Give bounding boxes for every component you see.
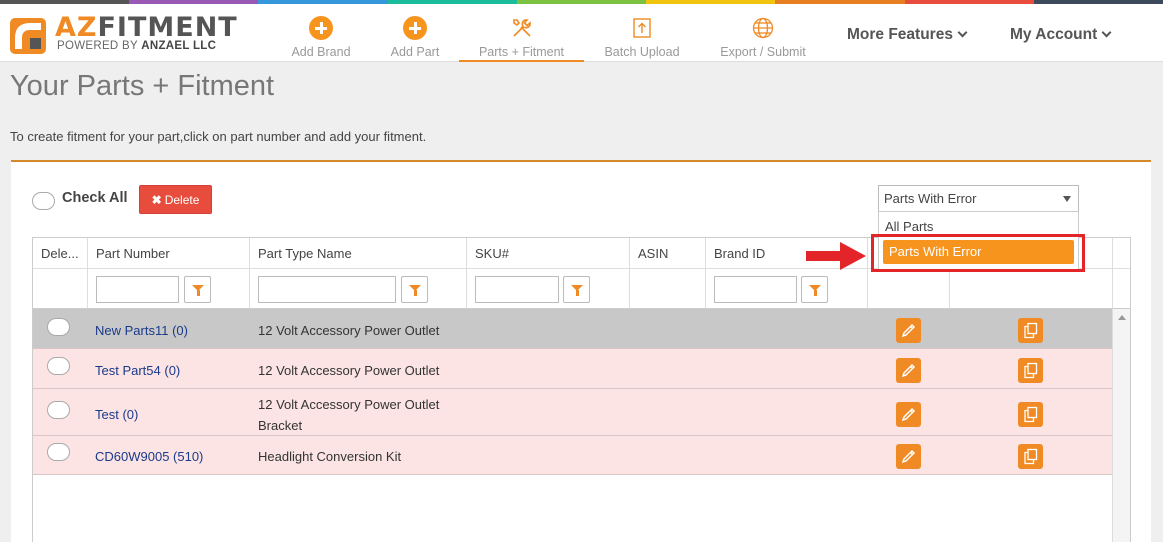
- page-instructions: To create fitment for your part,click on…: [10, 129, 427, 144]
- filter-cell-copy: [950, 269, 1113, 309]
- part-number-link[interactable]: Test (0): [95, 407, 138, 422]
- part-type-cell: 12 Volt Accessory Power Outlet: [258, 323, 440, 338]
- funnel-icon: [571, 285, 583, 296]
- brand-id-filter-button[interactable]: [801, 276, 828, 303]
- globe-icon: [752, 17, 774, 39]
- parts-filter-select[interactable]: Parts With Error: [878, 185, 1079, 212]
- part-number-filter-button[interactable]: [184, 276, 211, 303]
- filter-cell-sku: [467, 269, 630, 309]
- chevron-down-icon: [1101, 27, 1112, 38]
- table-row[interactable]: Test Part54 (0) 12 Volt Accessory Power …: [33, 349, 1112, 389]
- copy-icon: [1024, 362, 1038, 379]
- funnel-icon: [409, 285, 421, 296]
- part-number-filter-input[interactable]: [96, 276, 179, 303]
- col-spacer: [1113, 238, 1130, 269]
- filter-cell-part-type: [250, 269, 467, 309]
- delete-button[interactable]: ✖ Delete: [139, 185, 212, 214]
- table-row[interactable]: CD60W9005 (510) Headlight Conversion Kit: [33, 436, 1112, 475]
- pencil-icon: [901, 449, 916, 464]
- scroll-up-icon[interactable]: [1118, 315, 1126, 320]
- part-type-cell: Headlight Conversion Kit: [258, 449, 402, 464]
- table-row[interactable]: Test (0) 12 Volt Accessory Power Outlet …: [33, 389, 1112, 436]
- part-type-cell: 12 Volt Accessory Power Outlet: [258, 397, 440, 412]
- brand-logo[interactable]: AZFITMENT POWERED BY ANZAEL LLC: [10, 12, 237, 56]
- part-number-link[interactable]: New Parts11 (0): [95, 323, 188, 338]
- page-title: Your Parts + Fitment: [10, 70, 275, 102]
- my-account-menu[interactable]: My Account: [1010, 26, 1112, 44]
- nav-add-part[interactable]: Add Part: [378, 4, 452, 62]
- part-number-link[interactable]: CD60W9005 (510): [95, 449, 203, 464]
- app-header: AZFITMENT POWERED BY ANZAEL LLC Add Bran…: [0, 4, 1163, 62]
- row-select-toggle[interactable]: [47, 357, 70, 375]
- annotation-arrow-icon: [806, 242, 866, 270]
- nav-parts-fitment[interactable]: Parts + Fitment: [459, 4, 584, 62]
- pencil-icon: [901, 407, 916, 422]
- upload-icon: [633, 18, 651, 38]
- copy-button[interactable]: [1018, 318, 1043, 343]
- part-type-cell-line2: Bracket: [258, 418, 303, 433]
- filter-cell-brand-id: [706, 269, 868, 309]
- plus-circle-icon: [309, 16, 333, 40]
- col-part-type-name[interactable]: Part Type Name: [250, 238, 467, 269]
- copy-icon: [1024, 448, 1038, 465]
- filter-cell-delete: [33, 269, 88, 309]
- brand-title: AZFITMENT: [55, 12, 238, 43]
- row-select-toggle[interactable]: [47, 401, 70, 419]
- caret-down-icon: [1063, 196, 1071, 202]
- more-features-menu[interactable]: More Features: [847, 26, 968, 44]
- tools-icon: [512, 19, 531, 37]
- brand-subtitle: POWERED BY ANZAEL LLC: [57, 40, 217, 52]
- brand-logo-icon: [10, 18, 46, 54]
- copy-button[interactable]: [1018, 402, 1043, 427]
- filter-cell-spacer: [1113, 269, 1130, 309]
- parts-grid: Dele... Part Number Part Type Name SKU# …: [32, 237, 1131, 542]
- filter-cell-edit: [868, 269, 950, 309]
- nav-export-submit[interactable]: Export / Submit: [715, 4, 811, 62]
- plus-circle-icon: [403, 16, 427, 40]
- part-type-filter-input[interactable]: [258, 276, 396, 303]
- copy-icon: [1024, 322, 1038, 339]
- close-icon: ✖: [151, 192, 162, 207]
- edit-button[interactable]: [896, 318, 921, 343]
- part-number-link[interactable]: Test Part54 (0): [95, 363, 180, 378]
- pencil-icon: [901, 323, 916, 338]
- copy-button[interactable]: [1018, 444, 1043, 469]
- copy-button[interactable]: [1018, 358, 1043, 383]
- nav-add-brand[interactable]: Add Brand: [280, 4, 362, 62]
- sku-filter-button[interactable]: [563, 276, 590, 303]
- annotation-highlight-box: [871, 234, 1085, 272]
- funnel-icon: [809, 285, 821, 296]
- col-part-number[interactable]: Part Number: [88, 238, 250, 269]
- col-delete[interactable]: Dele...: [33, 238, 88, 269]
- part-type-cell: 12 Volt Accessory Power Outlet: [258, 363, 440, 378]
- grid-vertical-scrollbar[interactable]: [1112, 309, 1130, 542]
- table-row[interactable]: New Parts11 (0) 12 Volt Accessory Power …: [33, 309, 1112, 349]
- col-sku[interactable]: SKU#: [467, 238, 630, 269]
- pencil-icon: [901, 363, 916, 378]
- filter-cell-asin: [630, 269, 706, 309]
- funnel-icon: [192, 285, 204, 296]
- col-asin[interactable]: ASIN: [630, 238, 706, 269]
- edit-button[interactable]: [896, 444, 921, 469]
- edit-button[interactable]: [896, 358, 921, 383]
- row-select-toggle[interactable]: [47, 318, 70, 336]
- filter-cell-part-number: [88, 269, 250, 309]
- copy-icon: [1024, 406, 1038, 423]
- edit-button[interactable]: [896, 402, 921, 427]
- chevron-down-icon: [957, 27, 968, 38]
- row-select-toggle[interactable]: [47, 443, 70, 461]
- nav-batch-upload[interactable]: Batch Upload: [600, 4, 684, 62]
- check-all-toggle[interactable]: [32, 192, 55, 210]
- part-type-filter-button[interactable]: [401, 276, 428, 303]
- sku-filter-input[interactable]: [475, 276, 559, 303]
- brand-id-filter-input[interactable]: [714, 276, 797, 303]
